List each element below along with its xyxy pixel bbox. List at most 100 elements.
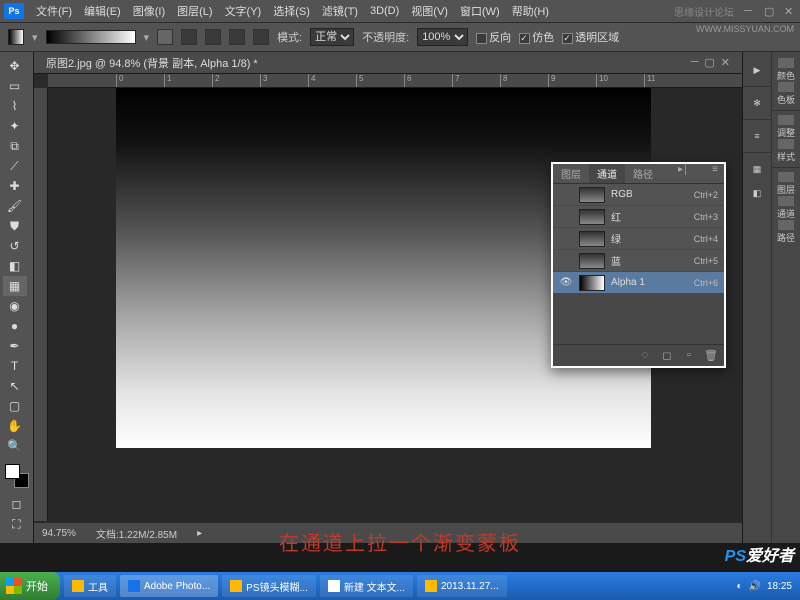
menu-window[interactable]: 窗口(W) (454, 3, 506, 19)
doc-minimize-icon[interactable]: ─ (691, 56, 699, 69)
tab-layers[interactable]: 图层 (553, 164, 589, 183)
menu-select[interactable]: 选择(S) (267, 3, 316, 19)
type-tool-icon[interactable]: T (3, 356, 27, 376)
save-selection-icon[interactable]: ◻ (660, 349, 674, 363)
panel-layers[interactable]: 图层 (772, 172, 800, 196)
panel-color[interactable]: 颜色 (772, 58, 800, 82)
reverse-label: 反向 (489, 32, 511, 44)
windows-logo-icon (6, 578, 22, 594)
move-tool-icon[interactable]: ✥ (3, 56, 27, 76)
menu-edit[interactable]: 编辑(E) (78, 3, 127, 19)
channel-thumb (579, 275, 605, 291)
channel-green[interactable]: 绿Ctrl+4 (553, 228, 724, 250)
healing-tool-icon[interactable]: ✚ (3, 176, 27, 196)
clock: 18:25 (767, 581, 792, 592)
crop-tool-icon[interactable]: ⧉ (3, 136, 27, 156)
blur-tool-icon[interactable]: ◉ (3, 296, 27, 316)
load-selection-icon[interactable]: ◌ (638, 349, 652, 363)
dropdown-arrow-icon[interactable]: ▾ (144, 31, 150, 44)
angle-gradient-icon[interactable] (205, 29, 221, 45)
taskbar-item[interactable]: 2013.11.27... (417, 575, 507, 597)
stamp-tool-icon[interactable]: ⛊ (3, 216, 27, 236)
color-swatches[interactable] (5, 464, 29, 488)
panel-swatches[interactable]: 色板 (772, 82, 800, 106)
zoom-tool-icon[interactable]: 🔍 (3, 436, 27, 456)
brush-tool-icon[interactable]: 🖌 (3, 196, 27, 216)
panel-adjustments[interactable]: 调整 (772, 115, 800, 139)
tray-icon[interactable]: 🔊 (749, 581, 761, 592)
visibility-icon[interactable]: 👁 (559, 277, 573, 288)
panel-icon-adjust[interactable]: ✻ (743, 91, 771, 115)
channel-rgb[interactable]: RGBCtrl+2 (553, 184, 724, 206)
menu-image[interactable]: 图像(I) (127, 3, 171, 19)
dodge-tool-icon[interactable]: ● (3, 316, 27, 336)
tray-icon[interactable]: ◐ (736, 581, 742, 592)
ps-logo-icon: Ps (4, 3, 24, 19)
document-title: 原图2.jpg @ 94.8% (背景 副本, Alpha 1/8) * (46, 55, 258, 71)
gradient-swatch-icon[interactable] (8, 29, 24, 45)
path-tool-icon[interactable]: ↖ (3, 376, 27, 396)
shape-tool-icon[interactable]: ▢ (3, 396, 27, 416)
delete-channel-icon[interactable]: 🗑 (704, 349, 718, 363)
linear-gradient-icon[interactable] (157, 29, 173, 45)
channel-red[interactable]: 红Ctrl+3 (553, 206, 724, 228)
diamond-gradient-icon[interactable] (253, 29, 269, 45)
window-maximize-icon[interactable]: ▢ (764, 5, 776, 17)
doc-close-icon[interactable]: ✕ (721, 56, 730, 69)
dropdown-arrow-icon[interactable]: ▾ (32, 31, 38, 44)
gradient-editor[interactable] (46, 30, 136, 44)
hand-tool-icon[interactable]: ✋ (3, 416, 27, 436)
foreground-color[interactable] (5, 464, 20, 479)
menu-help[interactable]: 帮助(H) (506, 3, 555, 19)
menu-file[interactable]: 文件(F) (30, 3, 78, 19)
panel-paths[interactable]: 路径 (772, 220, 800, 244)
taskbar-item[interactable]: Adobe Photo... (120, 575, 218, 597)
start-button[interactable]: 开始 (0, 572, 60, 600)
system-tray[interactable]: ◐ 🔊 18:25 (728, 581, 800, 592)
tutorial-caption: 在通道上拉一个渐变蒙板 (0, 527, 800, 556)
history-brush-icon[interactable]: ↺ (3, 236, 27, 256)
window-close-icon[interactable]: ✕ (784, 5, 796, 17)
taskbar-item[interactable]: 工具 (64, 575, 116, 597)
menu-filter[interactable]: 滤镜(T) (316, 3, 364, 19)
pen-tool-icon[interactable]: ✒ (3, 336, 27, 356)
window-minimize-icon[interactable]: ─ (744, 5, 756, 17)
eraser-tool-icon[interactable]: ◧ (3, 256, 27, 276)
channel-blue[interactable]: 蓝Ctrl+5 (553, 250, 724, 272)
tab-channels[interactable]: 通道 (589, 164, 625, 183)
panel-icon-play[interactable]: ▶ (743, 58, 771, 82)
reverse-checkbox[interactable] (476, 33, 487, 44)
menu-type[interactable]: 文字(Y) (219, 3, 268, 19)
panel-styles[interactable]: 样式 (772, 139, 800, 163)
reflected-gradient-icon[interactable] (229, 29, 245, 45)
menu-view[interactable]: 视图(V) (405, 3, 454, 19)
transparency-checkbox[interactable] (562, 33, 573, 44)
quickmask-icon[interactable]: ◻ (5, 494, 29, 514)
menu-3d[interactable]: 3D(D) (364, 5, 405, 17)
panel-icon-properties[interactable]: ▦ (743, 157, 771, 181)
eyedropper-tool-icon[interactable]: ⟋ (3, 156, 27, 176)
doc-maximize-icon[interactable]: ▢ (704, 56, 714, 69)
dither-checkbox[interactable] (519, 33, 530, 44)
panel-collapse-icon[interactable]: ▸│ (672, 164, 695, 183)
notepad-icon (328, 580, 340, 592)
tab-paths[interactable]: 路径 (625, 164, 661, 183)
channel-alpha1[interactable]: 👁Alpha 1Ctrl+6 (553, 272, 724, 294)
opacity-input[interactable]: 100% (417, 28, 468, 46)
wand-tool-icon[interactable]: ✦ (3, 116, 27, 136)
document-tab[interactable]: 原图2.jpg @ 94.8% (背景 副本, Alpha 1/8) * ─ ▢… (34, 52, 742, 74)
menu-layer[interactable]: 图层(L) (171, 3, 218, 19)
gradient-tool-icon[interactable]: ▦ (3, 276, 27, 296)
panel-channels[interactable]: 通道 (772, 196, 800, 220)
marquee-tool-icon[interactable]: ▭ (3, 76, 27, 96)
site-watermark: PS爱好者 (725, 542, 794, 566)
new-channel-icon[interactable]: ▫ (682, 349, 696, 363)
lasso-tool-icon[interactable]: ⌇ (3, 96, 27, 116)
taskbar-item[interactable]: 新建 文本文... (320, 575, 413, 597)
radial-gradient-icon[interactable] (181, 29, 197, 45)
panel-menu-icon[interactable]: ≡ (706, 164, 724, 183)
blend-mode-select[interactable]: 正常 (310, 28, 354, 46)
panel-icon-info[interactable]: ◧ (743, 181, 771, 205)
taskbar-item[interactable]: PS镜头模糊... (222, 575, 316, 597)
panel-icon-history[interactable]: ≡ (743, 124, 771, 148)
